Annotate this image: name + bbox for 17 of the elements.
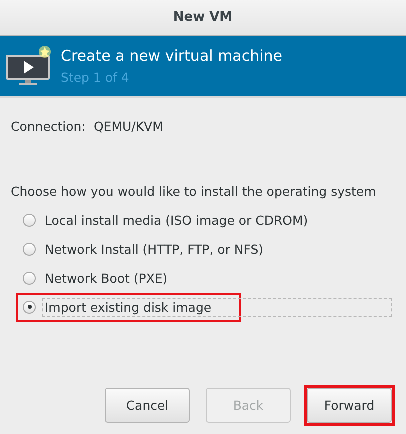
connection-label: Connection: xyxy=(11,119,86,134)
dialog-button[interactable]: Forward xyxy=(307,388,392,423)
option-label[interactable]: Network Boot (PXE) xyxy=(42,268,171,288)
option-label[interactable]: Network Install (HTTP, FTP, or NFS) xyxy=(42,240,267,258)
radio-button[interactable] xyxy=(23,214,36,226)
step-indicator: Step 1 of 4 xyxy=(61,70,130,85)
radio-button[interactable] xyxy=(23,272,36,284)
monitor-play-icon xyxy=(5,46,51,86)
radio-button[interactable] xyxy=(23,242,36,256)
install-prompt: Choose how you would like to install the operating system xyxy=(10,183,378,199)
dialog-button[interactable]: Cancel xyxy=(105,388,190,423)
window-title: New VM xyxy=(173,10,233,25)
radio-button[interactable] xyxy=(23,300,36,314)
connection-value: QEMU/KVM xyxy=(94,119,164,134)
header-title: Create a new virtual machine xyxy=(61,47,283,65)
option-label[interactable]: Import existing disk image xyxy=(42,298,392,316)
option-label[interactable]: Local install media (ISO image or CDROM) xyxy=(42,210,312,230)
